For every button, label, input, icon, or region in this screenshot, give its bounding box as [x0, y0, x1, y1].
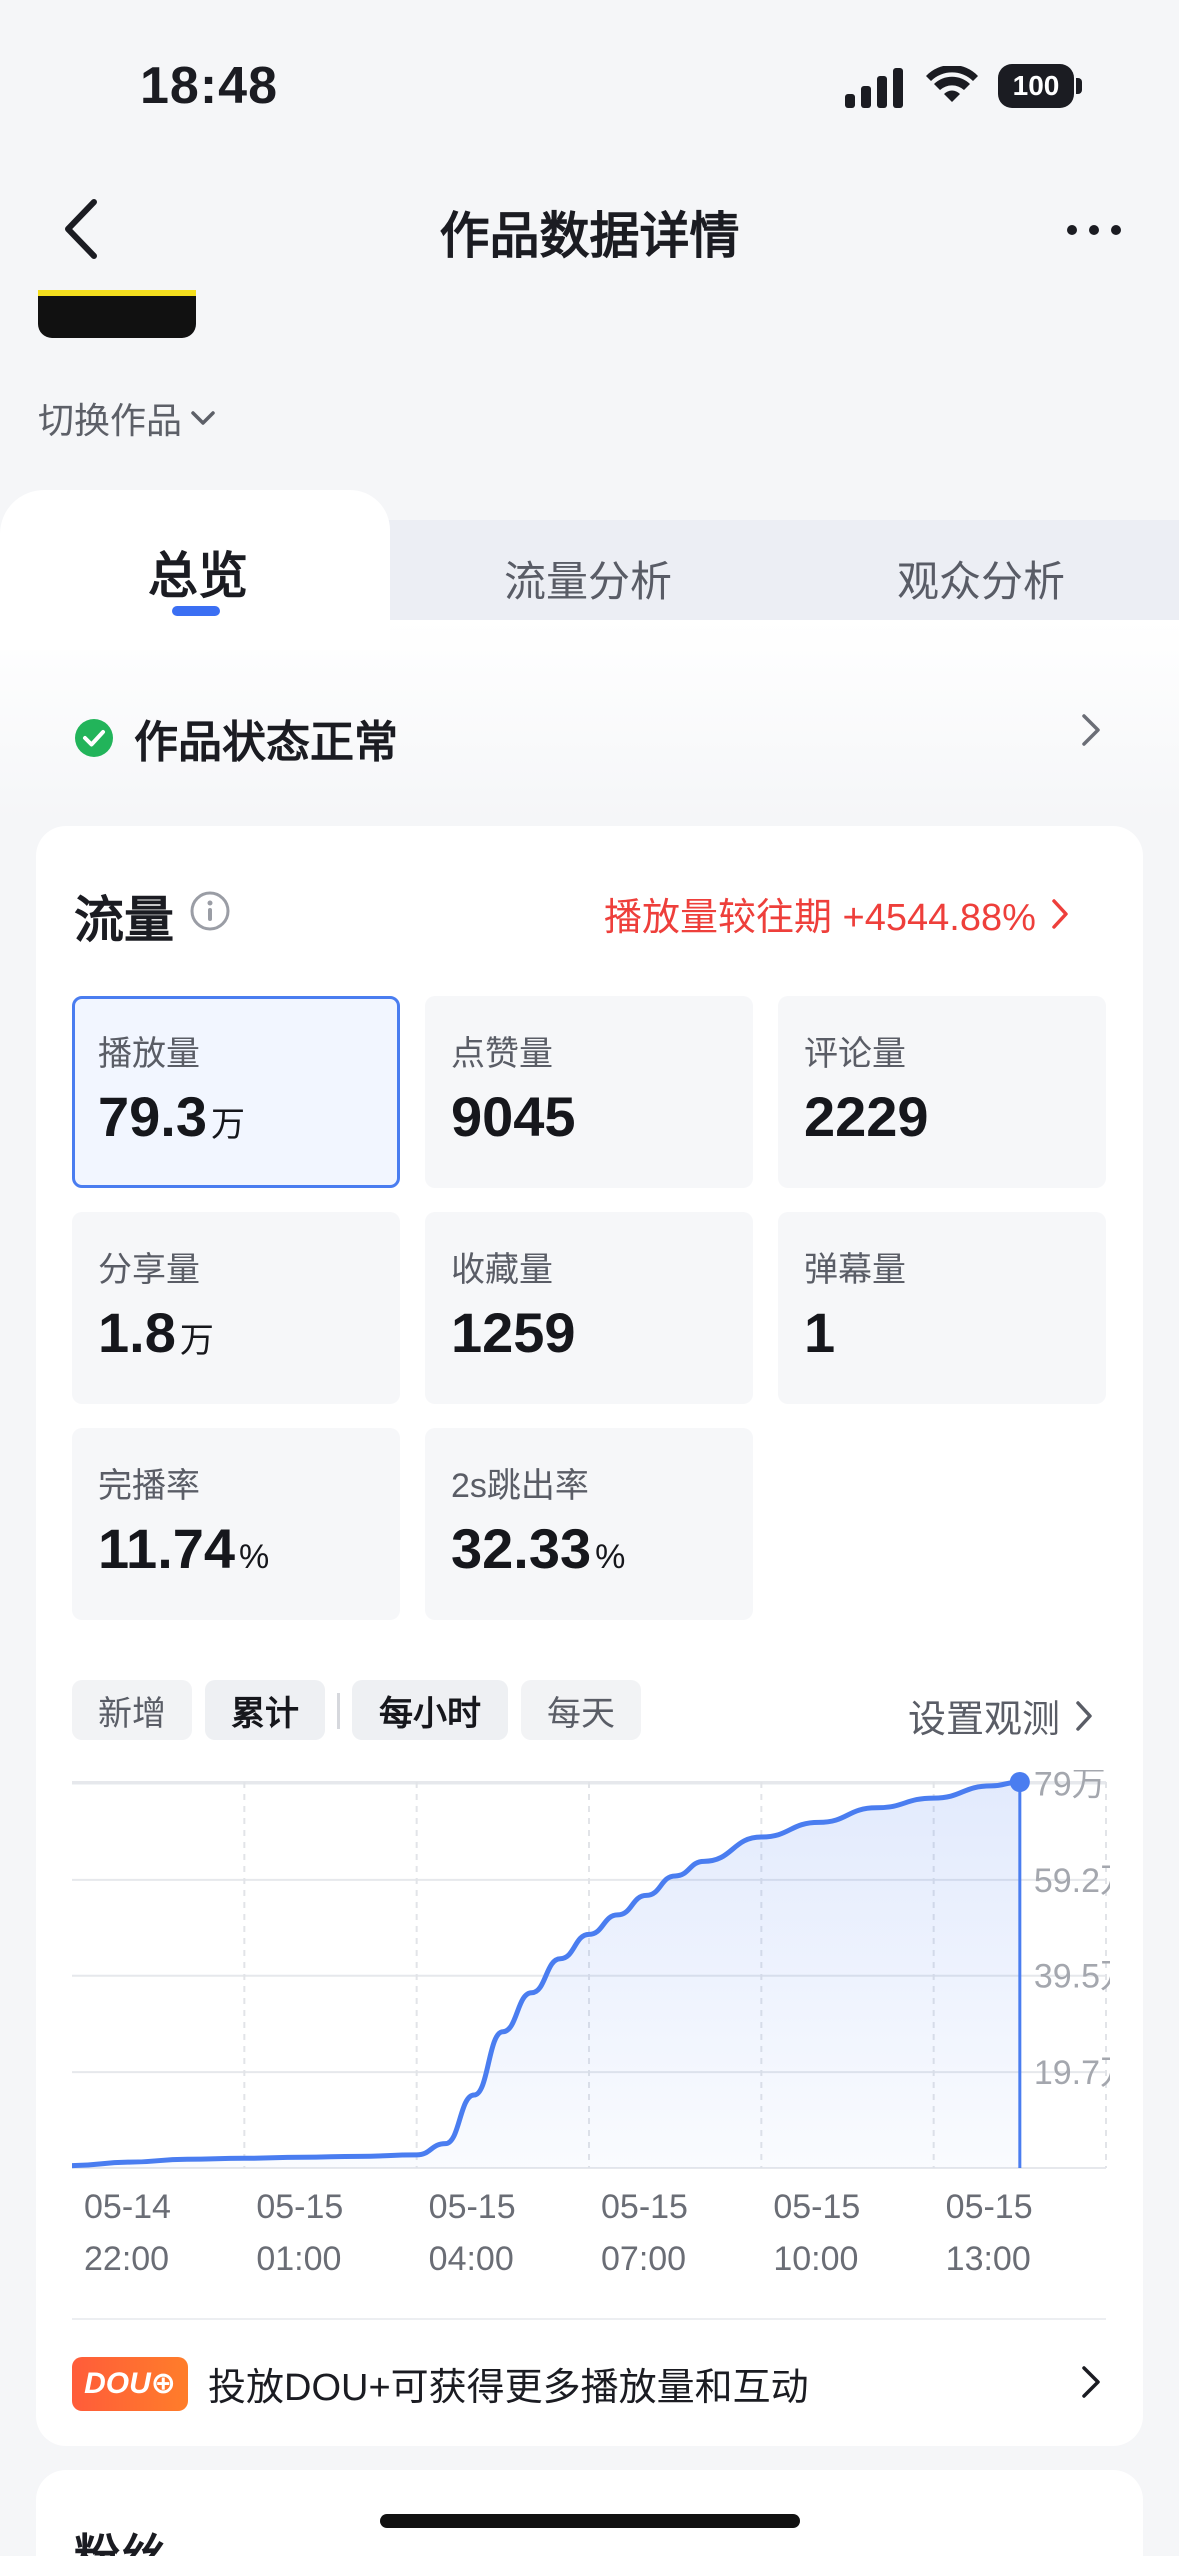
check-circle-icon: [75, 719, 113, 757]
y-tick-label: 59.2万: [1034, 1862, 1110, 1900]
x-tick-label: 04:00: [429, 2240, 514, 2278]
chip-cumulative[interactable]: 累计: [205, 1680, 325, 1740]
set-observation-text: 设置观测: [908, 1699, 1061, 1741]
chevron-right-icon: [1076, 1700, 1092, 1731]
divider: [72, 2318, 1106, 2320]
tab-overview[interactable]: 总览: [148, 536, 248, 608]
x-tick-label: 05-15: [946, 2188, 1033, 2226]
switch-work-button[interactable]: 切换作品: [38, 392, 216, 444]
metric-shares[interactable]: 分享量 1.8 万: [72, 1212, 400, 1404]
traffic-chart[interactable]: 79万 59.2万 39.5万 19.7万 05-14 22:00 05-15 01:00 05…: [70, 1770, 1110, 2290]
tab-audience-analysis[interactable]: 观众分析: [897, 548, 1065, 609]
metric-likes[interactable]: 点赞量 9045: [425, 996, 753, 1188]
home-indicator[interactable]: [380, 2514, 800, 2528]
metric-favorites[interactable]: 收藏量 1259: [425, 1212, 753, 1404]
x-tick-label: 05-15: [256, 2188, 343, 2226]
metric-completion-rate[interactable]: 完播率 11.74%: [72, 1428, 400, 1620]
cellular-signal-icon: [845, 68, 903, 108]
wifi-icon: [926, 66, 978, 102]
x-tick-label: 05-15: [429, 2188, 516, 2226]
chevron-right-icon: [1052, 898, 1068, 929]
info-icon[interactable]: [189, 890, 231, 932]
x-tick-label: 13:00: [946, 2240, 1031, 2278]
play-comparison-text: 播放量较往期 +4544.88%: [604, 897, 1036, 939]
chip-new[interactable]: 新增: [72, 1680, 192, 1740]
tab-active-indicator: [172, 606, 220, 616]
page-title: 作品数据详情: [439, 208, 740, 264]
work-thumbnail[interactable]: [38, 290, 196, 338]
metric-bounce-rate[interactable]: 2s跳出率 32.33%: [425, 1428, 753, 1620]
metric-comments[interactable]: 评论量 2229: [778, 996, 1106, 1188]
work-status-row[interactable]: 作品状态正常: [74, 706, 398, 770]
chip-daily[interactable]: 每天: [521, 1680, 641, 1740]
metric-danmaku[interactable]: 弹幕量 1: [778, 1212, 1106, 1404]
y-tick-label: 79万: [1034, 1770, 1106, 1803]
y-tick-label: 19.7万: [1034, 2054, 1110, 2092]
chevron-right-icon[interactable]: [1080, 712, 1102, 748]
more-options-icon[interactable]: [1064, 220, 1124, 240]
x-tick-label: 01:00: [256, 2240, 341, 2278]
x-tick-label: 05-15: [773, 2188, 860, 2226]
battery-icon: 100: [998, 64, 1082, 108]
fans-card: [36, 2470, 1143, 2556]
battery-level: 100: [998, 64, 1074, 108]
x-tick-label: 05-14: [84, 2188, 171, 2226]
dou-plus-logo: DOU⊕: [72, 2356, 188, 2411]
play-comparison-link[interactable]: 播放量较往期 +4544.88%: [604, 886, 1070, 941]
work-status-text: 作品状态正常: [134, 718, 398, 767]
x-tick-label: 07:00: [601, 2240, 686, 2278]
fans-title: 粉丝: [74, 2530, 166, 2556]
chip-hourly[interactable]: 每小时: [352, 1680, 508, 1740]
traffic-title: 流量: [74, 892, 174, 948]
cursor-point[interactable]: [1009, 1772, 1030, 1792]
set-observation-link[interactable]: 设置观测: [908, 1688, 1094, 1743]
status-time: 18:48: [140, 57, 278, 115]
dou-promo-text: 投放DOU+可获得更多播放量和互动: [208, 2367, 809, 2409]
y-tick-label: 39.5万: [1034, 1958, 1110, 1996]
chevron-right-icon[interactable]: [1080, 2364, 1102, 2400]
metric-plays[interactable]: 播放量 79.3 万: [72, 996, 400, 1188]
switch-work-label: 切换作品: [38, 400, 183, 441]
chevron-down-icon: [191, 411, 215, 425]
x-tick-label: 22:00: [84, 2240, 169, 2278]
dou-promo-row[interactable]: DOU⊕ 投放DOU+可获得更多播放量和互动: [72, 2356, 809, 2411]
tab-traffic-analysis[interactable]: 流量分析: [504, 548, 672, 609]
x-tick-label: 05-15: [601, 2188, 688, 2226]
chip-separator: [337, 1693, 340, 1729]
x-tick-label: 10:00: [773, 2240, 858, 2278]
